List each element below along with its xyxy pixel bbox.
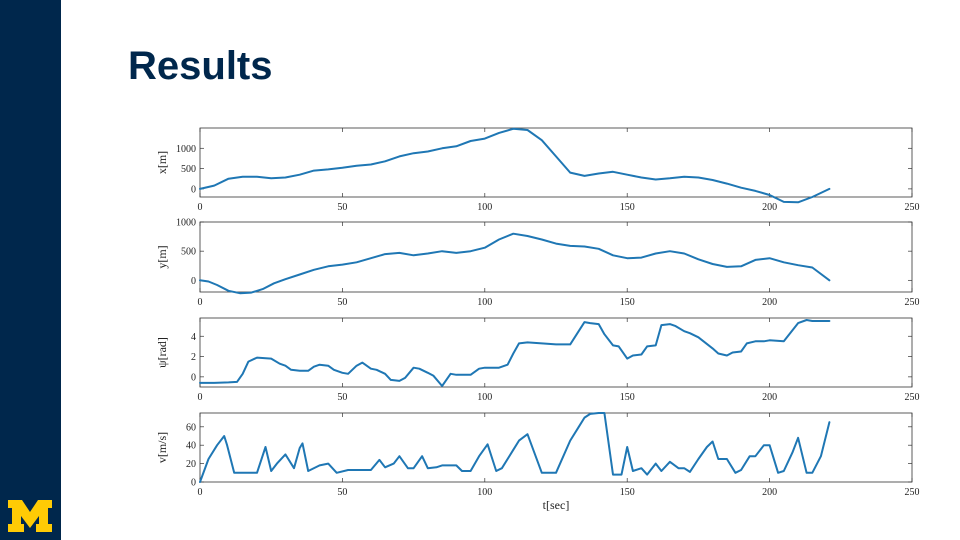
y-tick-label: 500 bbox=[181, 164, 196, 175]
x-tick-label: 0 bbox=[198, 297, 203, 308]
x-tick-label: 150 bbox=[620, 297, 635, 308]
y-tick-label: 2 bbox=[191, 352, 196, 363]
x-tick-label: 200 bbox=[762, 297, 777, 308]
series-line-2 bbox=[199, 319, 831, 387]
x-tick-label: 250 bbox=[905, 392, 920, 403]
plot-frame-1 bbox=[199, 221, 913, 293]
x-tick-label: 100 bbox=[477, 392, 492, 403]
y-tick-label: 500 bbox=[181, 247, 196, 258]
series-line-3 bbox=[199, 412, 831, 483]
y-axis-label: y[m] bbox=[155, 245, 169, 268]
x-tick-label: 250 bbox=[905, 202, 920, 213]
x-tick-label: 50 bbox=[337, 202, 347, 213]
plot-frame-0 bbox=[199, 127, 913, 198]
x-tick-label: 0 bbox=[198, 202, 203, 213]
y-tick-label: 1000 bbox=[176, 144, 196, 155]
x-tick-label: 100 bbox=[477, 487, 492, 498]
x-tick-label: 250 bbox=[905, 487, 920, 498]
y-tick-label: 40 bbox=[186, 441, 196, 452]
x-tick-label: 0 bbox=[198, 392, 203, 403]
x-tick-label: 150 bbox=[620, 392, 635, 403]
y-tick-label: 0 bbox=[191, 184, 196, 195]
y-tick-label: 0 bbox=[191, 478, 196, 489]
y-tick-label: 1000 bbox=[176, 218, 196, 229]
y-tick-label: 0 bbox=[191, 276, 196, 287]
y-tick-label: 0 bbox=[191, 372, 196, 383]
x-tick-label: 200 bbox=[762, 202, 777, 213]
x-tick-label: 150 bbox=[620, 487, 635, 498]
x-tick-label: 100 bbox=[477, 297, 492, 308]
results-charts: 0 50 100 150 200 25005001000x[m]0 50 100 150 200 2… bbox=[155, 127, 920, 512]
x-tick-label: 0 bbox=[198, 487, 203, 498]
x-tick-label: 50 bbox=[337, 297, 347, 308]
y-axis-label: x[m] bbox=[155, 151, 169, 174]
y-axis-label: ψ[rad] bbox=[155, 337, 169, 368]
y-tick-label: 60 bbox=[186, 422, 196, 433]
y-tick-label: 20 bbox=[186, 459, 196, 470]
x-tick-label: 250 bbox=[905, 297, 920, 308]
x-tick-label: 200 bbox=[762, 487, 777, 498]
plot-frame-2 bbox=[199, 317, 913, 388]
x-tick-label: 150 bbox=[620, 202, 635, 213]
x-tick-label: 100 bbox=[477, 202, 492, 213]
x-tick-label: 200 bbox=[762, 392, 777, 403]
y-tick-label: 4 bbox=[191, 332, 196, 343]
series-line-1 bbox=[199, 232, 831, 295]
x-axis-label: t[sec] bbox=[543, 498, 570, 512]
series-line-0 bbox=[199, 127, 831, 204]
y-axis-label: v[m/s] bbox=[155, 432, 169, 463]
x-tick-label: 50 bbox=[337, 487, 347, 498]
x-tick-label: 50 bbox=[337, 392, 347, 403]
